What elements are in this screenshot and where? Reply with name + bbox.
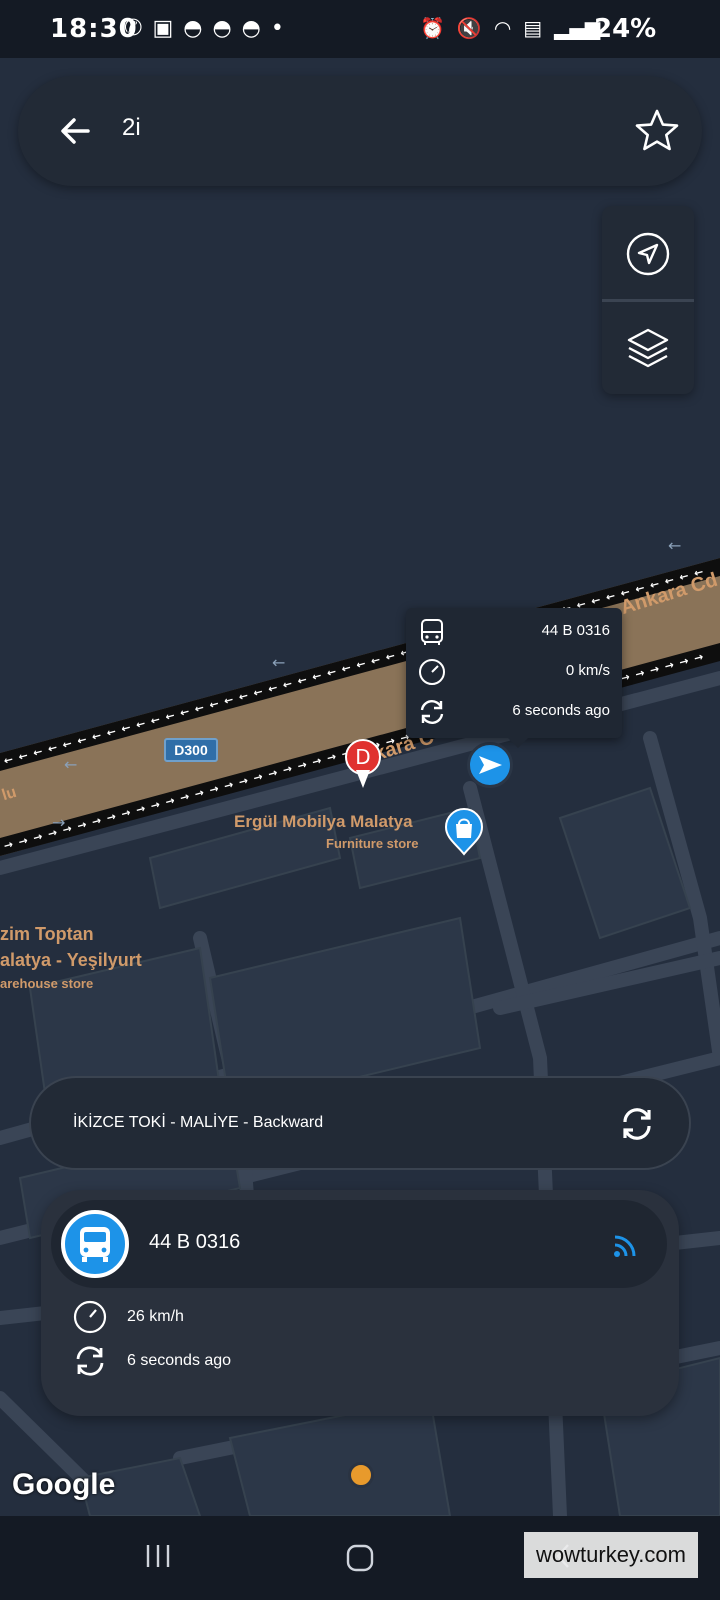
volte-icon: ▤ [523, 16, 543, 40]
refresh-icon [420, 700, 444, 724]
star-icon[interactable] [632, 106, 682, 156]
discord-icon: ◓ [241, 16, 261, 41]
popup-speed-row: 0 km/s [406, 652, 622, 692]
poi-name[interactable]: zim Toptan [0, 924, 94, 945]
mute-icon: 🔇 [456, 16, 482, 40]
home-icon[interactable] [342, 1540, 378, 1576]
shopping-bag-icon[interactable] [444, 808, 484, 856]
svg-text:←: ← [272, 653, 285, 672]
user-location-dot [348, 1462, 374, 1488]
facebook-icon: ▣ [152, 16, 174, 41]
poi-name[interactable]: alatya - Yeşilyurt [0, 950, 142, 971]
discord-icon: ◓ [183, 16, 203, 41]
watermark: wowturkey.com [524, 1532, 698, 1578]
layers-icon[interactable] [624, 324, 672, 372]
vehicle-updated: 6 seconds ago [127, 1352, 232, 1369]
vehicle-updated-row: 6 seconds ago [71, 1342, 471, 1382]
bus-icon [80, 1227, 110, 1262]
back-arrow-icon[interactable] [54, 109, 98, 153]
poi-category: arehouse store [0, 976, 94, 991]
search-bar[interactable]: 2i [18, 76, 702, 186]
refresh-icon [76, 1346, 104, 1376]
refresh-icon[interactable] [617, 1104, 657, 1144]
poi-category: Furniture store [326, 836, 419, 851]
controls-divider [602, 299, 694, 302]
destination-letter: D [355, 745, 370, 769]
popup-plate-row: 44 B 0316 [406, 612, 622, 652]
popup-updated: 6 seconds ago [512, 702, 610, 719]
vehicle-popup[interactable]: 44 B 0316 0 km/s 6 seconds ago [406, 608, 622, 738]
dot-icon: • [270, 16, 284, 41]
road-shield: D300 [164, 738, 218, 762]
my-location-icon[interactable] [624, 230, 672, 278]
vehicle-marker[interactable] [467, 742, 513, 788]
svg-text:→: → [52, 813, 65, 832]
speedometer-icon [419, 659, 445, 685]
vehicle-speed: 26 km/h [127, 1308, 184, 1325]
popup-tail [508, 738, 528, 748]
vehicle-speed-row: 26 km/h [71, 1298, 471, 1338]
wifi-icon: ◠ [493, 16, 512, 40]
live-signal-icon [614, 1235, 636, 1257]
route-selector[interactable]: İKİZCE TOKİ - MALİYE - Backward [29, 1076, 691, 1170]
vehicle-plate: 44 B 0316 [149, 1231, 241, 1253]
vehicle-info-card[interactable]: 44 B 0316 26 km/h 6 seconds ago [41, 1190, 679, 1416]
popup-plate: 44 B 0316 [541, 622, 610, 639]
battery-level: 24% [594, 14, 657, 44]
svg-text:←: ← [668, 536, 681, 555]
destination-marker[interactable]: D [344, 738, 382, 790]
poi-name[interactable]: Ergül Mobilya Malatya [234, 812, 413, 832]
popup-speed: 0 km/s [565, 662, 610, 679]
whatsapp-icon: ✆ [124, 16, 143, 41]
speedometer-icon [73, 1300, 107, 1334]
system-icons: ⏰ 🔇 ◠ ▤ ▂▄▆ [420, 16, 600, 40]
google-logo: Google [12, 1468, 116, 1501]
vehicle-header[interactable]: 44 B 0316 [51, 1200, 667, 1288]
search-query[interactable]: 2i [122, 114, 141, 142]
map-controls [602, 206, 694, 394]
alarm-icon: ⏰ [420, 16, 445, 40]
bus-avatar [61, 1210, 129, 1278]
recent-apps-icon[interactable] [142, 1540, 174, 1572]
svg-text:←: ← [64, 755, 77, 774]
navigation-arrow-icon [479, 756, 502, 774]
discord-icon: ◓ [212, 16, 232, 41]
bus-icon [421, 619, 443, 645]
route-label: İKİZCE TOKİ - MALİYE - Backward [73, 1114, 324, 1131]
popup-updated-row: 6 seconds ago [406, 692, 622, 732]
notification-icons: ✆ ▣ ◓ ◓ ◓ • [124, 16, 284, 41]
status-bar: 18:30 ✆ ▣ ◓ ◓ ◓ • ⏰ 🔇 ◠ ▤ ▂▄▆ 24% [0, 0, 720, 58]
